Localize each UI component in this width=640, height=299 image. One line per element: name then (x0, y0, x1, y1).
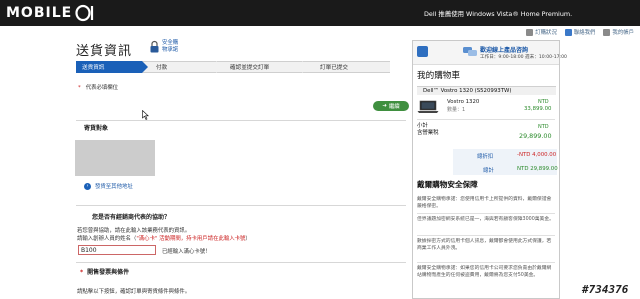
subtotal-label-block: 小計 含營業稅 (417, 123, 439, 137)
section-divider (76, 205, 406, 206)
step-confirm-label: 確認並提交訂單 (230, 65, 270, 71)
secure-line-2: 物承諾 (162, 47, 179, 53)
secure-shopping-badge[interactable]: 安全購 物承諾 (150, 40, 178, 54)
discount-value: -NTD 4,000.00 (517, 152, 557, 158)
discount-total-box: 總折扣 -NTD 4,000.00 總計 NTD 29,899.00 (453, 149, 558, 175)
vendor-question-heading: 您是否有經銷商代表的協助？ (92, 214, 171, 221)
safety-paragraph-3: 數據採密方式的信用卡個人訊息，戴爾都會使用此方式保護，若商業工作人員外洩。 (417, 239, 552, 251)
nav-contact-us-label: 聯絡我們 (573, 30, 596, 36)
subtotal-label: 小計 (417, 123, 428, 129)
product-price: 33,899.00 (524, 106, 552, 112)
vendor-prompt-suffix: ） (245, 236, 251, 242)
nav-order-status[interactable]: 訂購狀況 (526, 28, 557, 36)
step-submitted: 訂單已提交 (302, 61, 390, 73)
required-note-text: 代表必填欄位 (85, 85, 119, 91)
nav-my-account-label: 我的帳戶 (612, 30, 634, 36)
vendor-name-prompt: 請輸入創辦人員的姓名（"滿心卡" 活動期間，持卡用戶請在此輸入卡號） (77, 234, 251, 242)
order-status-icon (526, 28, 534, 36)
step-submitted-label: 訂單已提交 (320, 65, 348, 71)
contact-title: 歡迎線上產品咨詢 (480, 47, 529, 54)
mouse-cursor-icon (142, 110, 149, 120)
laptop-image (417, 100, 439, 113)
logo-01-mark (75, 4, 94, 22)
section-divider (76, 262, 406, 263)
nav-contact-us[interactable]: 聯絡我們 (564, 28, 596, 36)
required-asterisk: * (78, 85, 81, 91)
safety-divider (417, 262, 555, 263)
checkout-steps: 送貨資訊 付款 確認並提交訂單 訂單已提交 (76, 61, 390, 73)
invoice-heading-text: 開售發票與條件 (87, 269, 130, 276)
step-confirm: 確認並提交訂單 (216, 61, 308, 73)
safety-paragraph-1: 戴爾安全購物承諾：您使用信用卡上所提供的資料，戴爾保證會嚴格保密。 (417, 197, 552, 209)
card-entered-hint: 已經輸入滿心卡號！ (162, 249, 211, 255)
step-payment-label: 付款 (156, 65, 168, 71)
safety-paragraph-2: 佳界議題加密網安系統已是一，海與若有顧客保障3000萬美金。 (417, 217, 554, 222)
section-divider (76, 120, 406, 121)
change-address-label: 發貨至其他地址 (95, 184, 133, 190)
shopping-safety-title: 戴爾購物安全保障 (417, 180, 478, 189)
top-utility-nav: 訂購狀況 聯絡我們 我的帳戶 (400, 26, 640, 38)
total-label: 總計 (483, 168, 494, 174)
continue-button-label: 繼續 (388, 104, 400, 110)
contact-hours: 工作日：9:00-18:00 週末：10:00-17:00 (480, 55, 567, 60)
discount-label: 總折扣 (477, 154, 494, 160)
step-payment: 付款 (142, 61, 222, 73)
secure-line-1: 安全購 (162, 40, 179, 46)
shipping-object-heading: 寄貨對象 (84, 125, 109, 132)
online-consult-banner[interactable]: 歡迎線上產品咨詢 工作日：9:00-18:00 週末：10:00-17:00 (413, 41, 567, 65)
arrow-circle-icon: › (84, 182, 91, 190)
required-field-note: * 代表必填欄位 (78, 83, 118, 91)
confirm-instruction: 請點擊以下按鈕，確認訂單與寄貨條件與條件。 (77, 289, 191, 295)
nav-my-account[interactable]: 我的帳戶 (603, 28, 634, 36)
windows-vista-tagline: Dell 推薦使用 Windows Vista® Home Premium. (424, 10, 573, 18)
arrow-right-icon: ➜ (382, 103, 387, 109)
required-asterisk: * (80, 269, 84, 276)
product-qty: 數量：1 (447, 107, 466, 113)
safety-divider (417, 235, 555, 236)
safety-paragraph-4: 戴爾安全購物承諾：如果您的信用卡公司要求您負責由於戴爾網站購物而產生的任何被盜費… (417, 266, 552, 278)
safety-divider (417, 213, 555, 214)
total-value: NTD 29,899.00 (517, 166, 558, 172)
my-cart-title: 我的購物車 (417, 71, 460, 81)
top-header-bar: MOBILE Dell 推薦使用 Windows Vista® Home Pre… (0, 0, 640, 26)
image-id-watermark: #734376 (582, 283, 629, 296)
vendor-instruction: 若您曾與協助，請在此輸入該業務代表的資訊。 (77, 228, 191, 234)
vendor-name-input[interactable]: B100 (78, 245, 156, 255)
shipping-address-block (75, 140, 155, 176)
product-currency: NTD (538, 99, 549, 105)
cart-product-header: Dell™ Vostro 1320 (S520993TW) (417, 86, 556, 95)
continue-button[interactable]: ➜ 繼續 (373, 101, 409, 111)
logo-text: MOBILE (6, 5, 73, 21)
contact-icon (564, 28, 572, 36)
nav-order-status-label: 訂購狀況 (535, 30, 557, 36)
invoice-heading: * 開售發票與條件 (80, 267, 129, 276)
vendor-prompt-red: "滿心卡" 活動期間，持卡用戶請在此輸入卡號 (136, 236, 246, 242)
subtotal-tax-note: 含營業稅 (417, 130, 439, 136)
product-name: Vostro 1320 (447, 99, 480, 105)
page-title: 送貨資訊 (76, 44, 133, 59)
subtotal-currency: NTD (538, 124, 549, 130)
mobile01-logo[interactable]: MOBILE (6, 3, 96, 23)
account-icon (603, 28, 611, 36)
padlock-icon (150, 40, 159, 53)
vendor-prompt-prefix: 請輸入創辦人員的姓名（ (77, 236, 137, 242)
cart-divider (417, 119, 555, 120)
change-address-link[interactable]: › 發貨至其他地址 (84, 182, 133, 190)
order-sidebar: 歡迎線上產品咨詢 工作日：9:00-18:00 週末：10:00-17:00 我… (412, 40, 567, 299)
headset-icon (417, 46, 428, 57)
step-shipping-label: 送貨資訊 (82, 65, 105, 71)
chat-bubble-icon (463, 47, 477, 56)
subtotal-price: 29,899.00 (519, 132, 552, 140)
step-shipping: 送貨資訊 (76, 61, 148, 73)
